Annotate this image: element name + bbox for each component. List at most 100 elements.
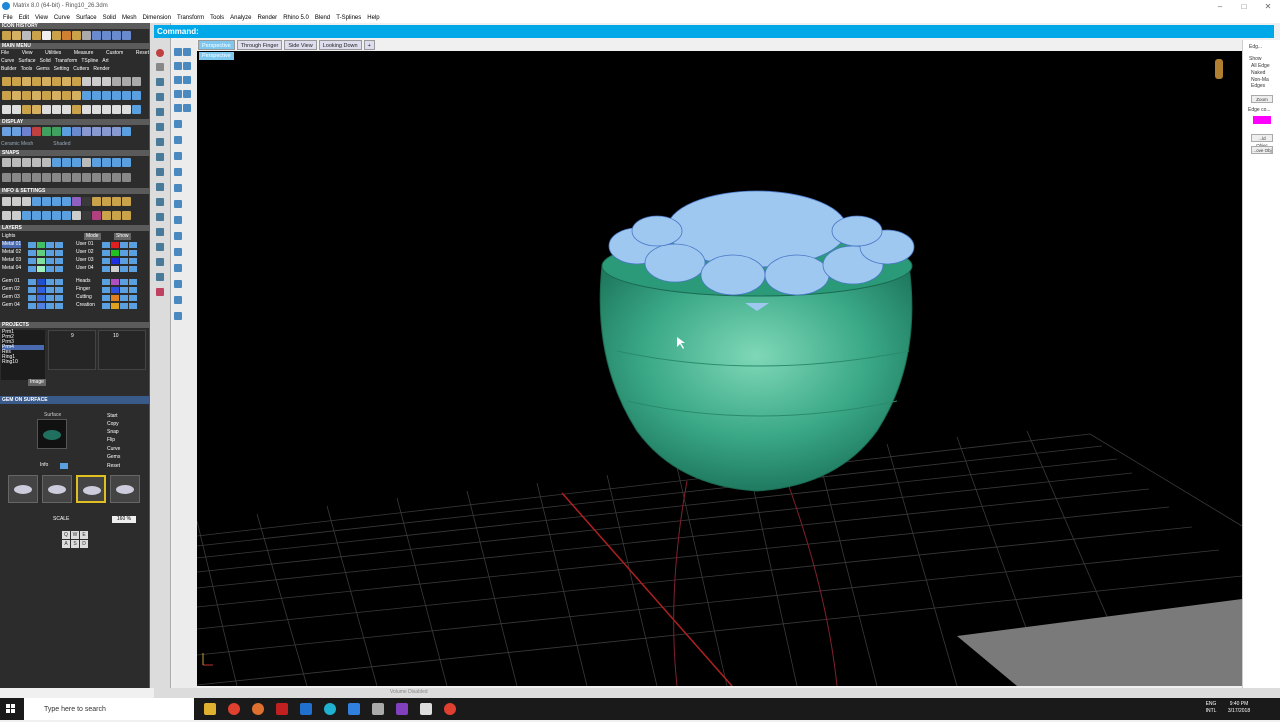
info-icon[interactable] <box>72 197 81 206</box>
snap-icon[interactable] <box>92 158 101 167</box>
display-mode-icon[interactable] <box>22 127 31 136</box>
history-tool-icon[interactable] <box>52 31 61 40</box>
zoom-button[interactable]: Zoom <box>1251 95 1273 103</box>
menu-surface[interactable]: Surface <box>76 15 97 21</box>
tool-icon[interactable] <box>174 216 182 224</box>
main-menu-solid[interactable]: Solid <box>40 58 51 65</box>
info-icon[interactable] <box>112 197 121 206</box>
display-mode-icon[interactable] <box>122 127 131 136</box>
history-tool-icon[interactable] <box>22 31 31 40</box>
tool-icon[interactable] <box>174 62 182 70</box>
tool-icon[interactable] <box>82 105 91 114</box>
snap-icon[interactable] <box>62 158 71 167</box>
tool-icon[interactable] <box>132 91 141 100</box>
info-icon[interactable] <box>92 211 101 220</box>
snap-icon[interactable] <box>72 173 81 182</box>
tool-icon[interactable] <box>42 91 51 100</box>
info-toggle[interactable] <box>60 463 68 469</box>
layer-lock-icon[interactable] <box>120 286 128 293</box>
file-explorer-icon[interactable] <box>204 703 216 715</box>
main-menu-builder[interactable]: Builder <box>1 66 17 73</box>
layer-toggle-icon[interactable] <box>102 278 110 285</box>
main-menu-render[interactable]: Render <box>93 66 109 73</box>
layer-name[interactable]: Metal 03 <box>2 257 21 264</box>
menu-analyze[interactable]: Analyze <box>230 15 251 21</box>
layer-name[interactable]: Creation <box>76 302 95 309</box>
tool-icon[interactable] <box>156 168 164 176</box>
menu-blend[interactable]: Blend <box>315 15 330 21</box>
tool-icon[interactable] <box>174 168 182 176</box>
tab-looking-down[interactable]: Looking Down <box>318 40 362 50</box>
layer-lock-icon[interactable] <box>120 241 128 248</box>
layer-lock-icon[interactable] <box>46 257 54 264</box>
info-icon[interactable] <box>12 197 21 206</box>
app-icon[interactable] <box>348 703 360 715</box>
history-tool-icon[interactable] <box>82 31 91 40</box>
tool-icon[interactable] <box>62 91 71 100</box>
history-tool-icon[interactable] <box>92 31 101 40</box>
tool-icon[interactable] <box>156 288 164 296</box>
tool-icon[interactable] <box>174 232 182 240</box>
main-menu-art[interactable]: Art <box>102 58 108 65</box>
tool-icon[interactable] <box>174 296 182 304</box>
layer-color-swatch[interactable] <box>37 241 45 248</box>
layer-visible-icon[interactable] <box>129 286 137 293</box>
layer-color-swatch[interactable] <box>111 265 119 272</box>
info-icon[interactable] <box>32 211 41 220</box>
layer-toggle-icon[interactable] <box>102 286 110 293</box>
info-icon[interactable] <box>52 211 61 220</box>
snap-icon[interactable] <box>62 173 71 182</box>
tool-icon[interactable] <box>72 77 81 86</box>
layer-name[interactable]: Gem 01 <box>2 278 20 285</box>
snap-icon[interactable] <box>22 173 31 182</box>
display-header[interactable]: DISPLAY <box>0 119 150 125</box>
main-menu-transform[interactable]: Transform <box>55 58 78 65</box>
layer-visible-icon[interactable] <box>129 265 137 272</box>
tool-icon[interactable] <box>92 77 101 86</box>
tab-side-view[interactable]: Side View <box>284 40 317 50</box>
tool-icon[interactable] <box>156 243 164 251</box>
info-icon[interactable] <box>62 211 71 220</box>
layer-visible-icon[interactable] <box>55 249 63 256</box>
project-thumbnail[interactable]: 9 <box>48 330 96 370</box>
menu-rhino[interactable]: Rhino 5.0 <box>283 15 309 21</box>
tool-icon[interactable] <box>156 273 164 281</box>
layer-visible-icon[interactable] <box>129 278 137 285</box>
tool-icon[interactable] <box>174 104 182 112</box>
info-icon[interactable] <box>72 211 81 220</box>
tool-icon[interactable] <box>174 264 182 272</box>
tool-icon[interactable] <box>174 280 182 288</box>
layer-visible-icon[interactable] <box>55 241 63 248</box>
menu-tsplines[interactable]: T-Splines <box>336 15 361 21</box>
tool-icon[interactable] <box>156 93 164 101</box>
info-icon[interactable] <box>2 211 11 220</box>
maximize-button[interactable]: □ <box>1232 2 1256 11</box>
info-icon[interactable] <box>32 197 41 206</box>
tool-icon[interactable] <box>52 91 61 100</box>
main-menu-cutters[interactable]: Cutters <box>73 66 89 73</box>
layer-visible-icon[interactable] <box>129 241 137 248</box>
snap-icon[interactable] <box>42 158 51 167</box>
tool-icon[interactable] <box>174 152 182 160</box>
tool-icon[interactable] <box>174 200 182 208</box>
layer-color-swatch[interactable] <box>111 241 119 248</box>
layer-toggle-icon[interactable] <box>28 302 36 309</box>
tool-icon[interactable] <box>22 105 31 114</box>
layer-lock-icon[interactable] <box>46 294 54 301</box>
tool-icon[interactable] <box>183 104 191 112</box>
layer-name[interactable]: Heads <box>76 278 90 285</box>
display-mode-icon[interactable] <box>32 127 41 136</box>
layer-name[interactable]: User 01 <box>76 241 94 248</box>
snap-icon[interactable] <box>12 173 21 182</box>
tool-icon[interactable] <box>12 105 21 114</box>
tool-icon[interactable] <box>12 77 21 86</box>
tool-icon[interactable] <box>156 108 164 116</box>
tool-icon[interactable] <box>174 184 182 192</box>
scale-value[interactable]: 160 % <box>112 516 136 523</box>
display-mode-icon[interactable] <box>52 127 61 136</box>
snap-icon[interactable] <box>112 158 121 167</box>
tool-icon[interactable] <box>183 90 191 98</box>
show-naked-radio[interactable]: Naked <box>1251 70 1265 76</box>
snaps-header[interactable]: SNAPS <box>0 150 150 156</box>
history-tool-icon[interactable] <box>32 31 41 40</box>
